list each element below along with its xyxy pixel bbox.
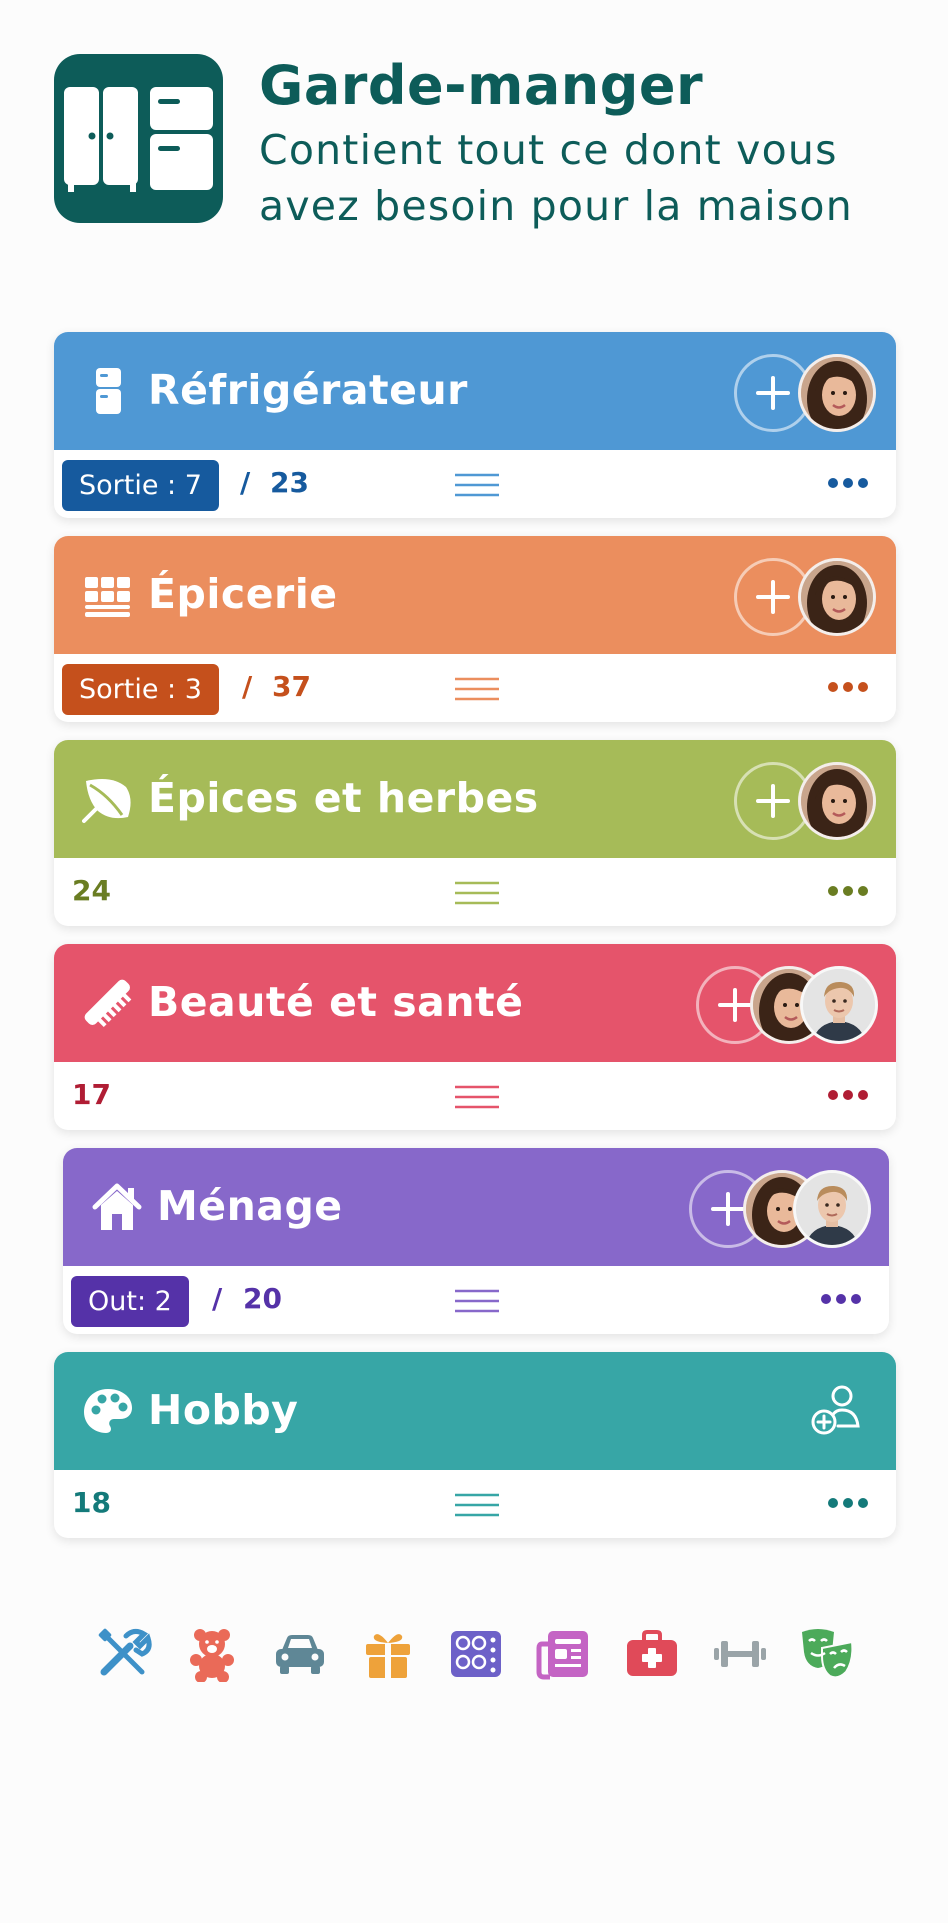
app-title: Garde-manger — [259, 54, 704, 117]
out-badge[interactable]: Out: 2 — [71, 1276, 189, 1327]
tools-icon[interactable] — [96, 1626, 152, 1682]
list-card-beaute-sante[interactable]: Beauté et santé 17 — [54, 944, 896, 1130]
list-footer: Out: 2 / 20 — [63, 1266, 889, 1334]
list-card-refrigerateur[interactable]: Réfrigérateur Sortie : 7 / 23 — [54, 332, 896, 518]
drag-handle-icon[interactable] — [453, 880, 501, 906]
drag-handle-icon[interactable] — [453, 1492, 501, 1518]
more-options-icon[interactable] — [826, 680, 870, 694]
fridge-icon — [96, 368, 121, 414]
separator: / — [242, 670, 253, 703]
separator: / — [240, 466, 251, 499]
list-title: Beauté et santé — [148, 978, 524, 1026]
more-options-icon[interactable] — [826, 1496, 870, 1510]
teddy-bear-icon[interactable] — [184, 1626, 240, 1682]
theater-masks-icon[interactable] — [800, 1626, 856, 1682]
avatar[interactable] — [798, 762, 876, 840]
list-title: Réfrigérateur — [148, 366, 468, 414]
list-card-header[interactable]: Réfrigérateur — [54, 332, 896, 450]
avatar[interactable] — [793, 1170, 871, 1248]
avatar[interactable] — [798, 354, 876, 432]
list-card-menage[interactable]: Ménage Out: 2 / 20 — [63, 1148, 889, 1334]
members[interactable] — [734, 762, 876, 840]
list-footer: 24 — [54, 858, 896, 926]
dumbbell-icon[interactable] — [712, 1626, 768, 1682]
list-title: Ménage — [157, 1182, 343, 1230]
separator: / — [212, 1282, 223, 1315]
list-card-epices-herbes[interactable]: Épices et herbes 24 — [54, 740, 896, 926]
out-badge[interactable]: Sortie : 3 — [62, 664, 219, 715]
item-total: 20 — [243, 1282, 282, 1315]
category-icon-row — [96, 1626, 856, 1682]
first-aid-kit-icon[interactable] — [624, 1626, 680, 1682]
more-options-icon[interactable] — [826, 1088, 870, 1102]
more-options-icon[interactable] — [826, 476, 870, 490]
gift-icon[interactable] — [360, 1626, 416, 1682]
palette-icon — [84, 1389, 132, 1433]
more-options-icon[interactable] — [826, 884, 870, 898]
drag-handle-icon[interactable] — [453, 1288, 501, 1314]
list-card-epicerie[interactable]: Épicerie Sortie : 3 / 37 — [54, 536, 896, 722]
drag-handle-icon[interactable] — [453, 676, 501, 702]
item-count: 24 — [72, 874, 111, 907]
members[interactable] — [689, 1170, 871, 1248]
avatar[interactable] — [798, 558, 876, 636]
app-header: Garde-manger Contient tout ce dont vous … — [54, 54, 914, 230]
newspaper-icon[interactable] — [536, 1626, 592, 1682]
grocery-grid-icon — [85, 577, 130, 617]
out-badge[interactable]: Sortie : 7 — [62, 460, 219, 511]
comb-icon — [84, 979, 132, 1028]
list-card-header[interactable]: Épicerie — [54, 536, 896, 654]
list-footer: Sortie : 7 / 23 — [54, 450, 896, 518]
item-count: 18 — [72, 1486, 111, 1519]
list-card-header[interactable]: Hobby — [54, 1352, 896, 1470]
list-title: Épices et herbes — [148, 774, 539, 822]
list-card-header[interactable]: Ménage — [63, 1148, 889, 1266]
drag-handle-icon[interactable] — [453, 472, 501, 498]
stove-icon[interactable] — [448, 1626, 504, 1682]
members[interactable] — [734, 558, 876, 636]
list-footer: 18 — [54, 1470, 896, 1538]
item-total: 37 — [272, 670, 311, 703]
drag-handle-icon[interactable] — [453, 1084, 501, 1110]
wardrobe-fridge-icon — [54, 54, 223, 223]
list-title: Hobby — [148, 1386, 299, 1434]
list-card-header[interactable]: Épices et herbes — [54, 740, 896, 858]
members[interactable] — [734, 354, 876, 432]
more-options-icon[interactable] — [819, 1292, 863, 1306]
list-footer: Sortie : 3 / 37 — [54, 654, 896, 722]
car-icon[interactable] — [272, 1626, 328, 1682]
item-count: 17 — [72, 1078, 111, 1111]
list-card-hobby[interactable]: Hobby 18 — [54, 1352, 896, 1538]
invite-member-icon[interactable] — [810, 1382, 866, 1438]
house-icon — [92, 1183, 142, 1230]
avatar[interactable] — [800, 966, 878, 1044]
list-footer: 17 — [54, 1062, 896, 1130]
members[interactable] — [696, 966, 878, 1044]
list-card-header[interactable]: Beauté et santé — [54, 944, 896, 1062]
app-subtitle: Contient tout ce dont vous avez besoin p… — [259, 126, 853, 230]
list-title: Épicerie — [148, 570, 338, 618]
item-total: 23 — [270, 466, 309, 499]
leaf-icon — [82, 779, 131, 823]
